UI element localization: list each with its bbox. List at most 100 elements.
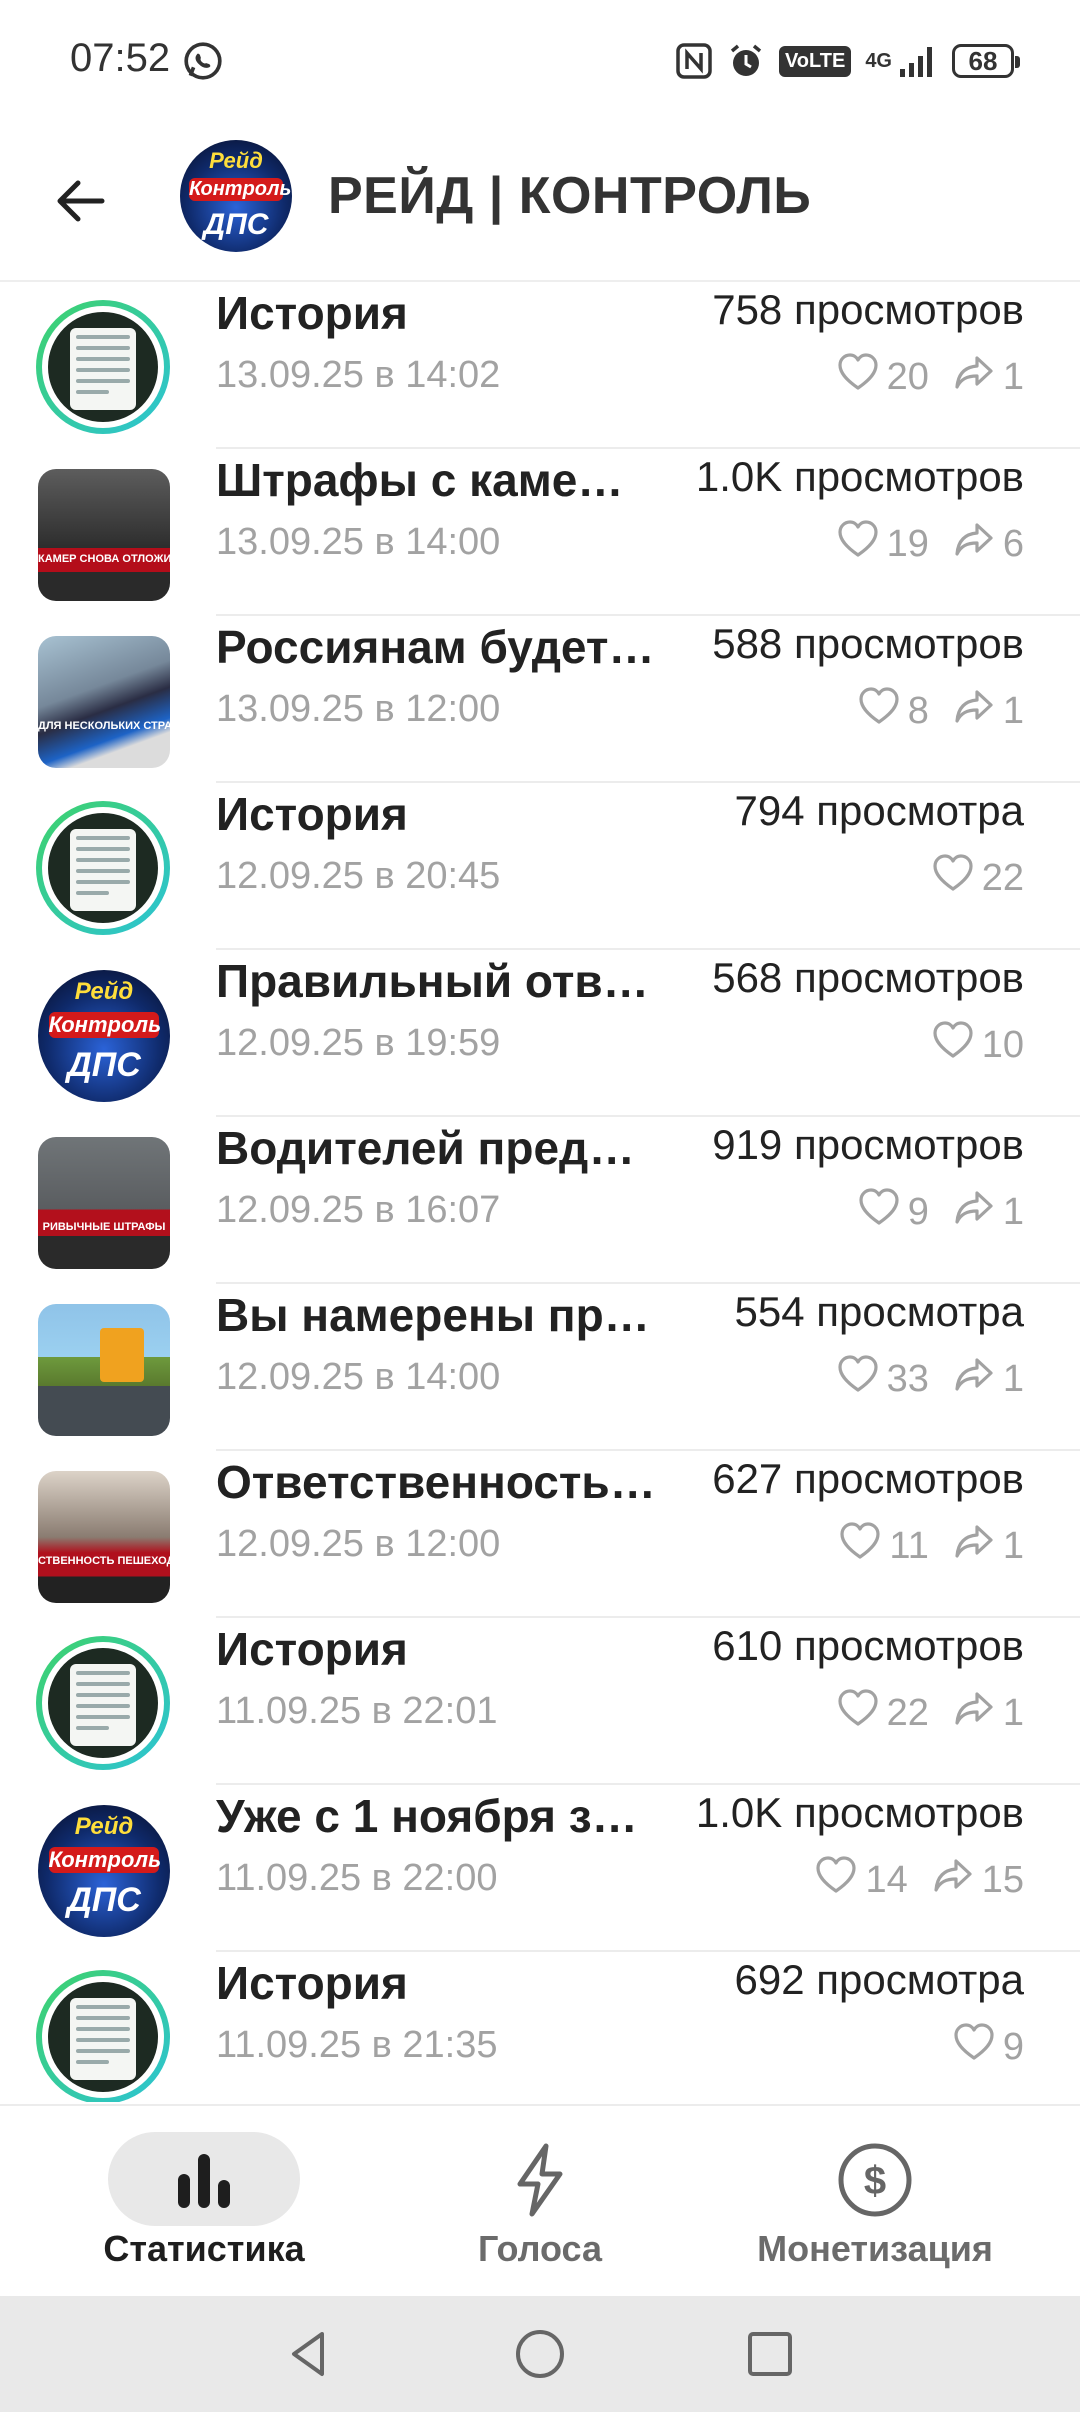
- post-row[interactable]: ДЛЯ НЕСКОЛЬКИХ СТРАН Россиянам будет… 13.0…: [0, 616, 1080, 783]
- svg-text:$: $: [864, 2159, 886, 2203]
- channel-title: РЕЙД | КОНТРОЛЬ: [328, 167, 812, 225]
- back-arrow-icon[interactable]: [50, 170, 112, 232]
- post-row[interactable]: СТВЕННОСТЬ ПЕШЕХОДОВ Ответственность… 12.0…: [0, 1451, 1080, 1618]
- story-thumbnail[interactable]: [36, 300, 170, 434]
- shares-count: 1: [1002, 1190, 1024, 1233]
- post-title: Штрафы с каме…: [216, 454, 624, 506]
- likes: 8: [858, 686, 929, 736]
- status-bar: 07:52 VoLTE 4G 68: [0, 0, 1080, 120]
- post-row[interactable]: КАМЕР СНОВА ОТЛОЖИЛИ Штрафы с каме… 13.09.…: [0, 449, 1080, 616]
- post-row[interactable]: История 11.09.25 в 22:01 610 просмотров 22 1: [0, 1618, 1080, 1785]
- likes: 11: [839, 1521, 929, 1571]
- shares-count: 15: [981, 1858, 1024, 1901]
- post-views: 919 просмотров: [712, 1121, 1024, 1168]
- nfc-icon: [676, 43, 712, 79]
- shares: 1: [953, 352, 1024, 402]
- system-recents-icon[interactable]: [742, 2326, 798, 2382]
- share-icon: [953, 1688, 995, 1738]
- shares: 15: [932, 1855, 1024, 1905]
- heart-icon: [815, 1855, 857, 1905]
- share-icon: [953, 1521, 995, 1571]
- share-icon: [953, 519, 995, 569]
- post-row[interactable]: История 12.09.25 в 20:45 794 просмотра 22: [0, 783, 1080, 950]
- post-row[interactable]: Вы намерены про… 12.09.25 в 14:00 554 прос…: [0, 1284, 1080, 1451]
- story-thumbnail[interactable]: [36, 801, 170, 935]
- volte-icon: VoLTE: [778, 45, 852, 77]
- post-thumbnail[interactable]: КАМЕР СНОВА ОТЛОЖИЛИ: [38, 469, 170, 601]
- share-icon: [953, 1187, 995, 1237]
- nav-label-monetization: Монетизация: [757, 2228, 993, 2269]
- likes-count: 9: [1002, 2025, 1024, 2068]
- post-row[interactable]: История 11.09.25 в 21:35 692 просмотра 9: [0, 1952, 1080, 2102]
- bottom-nav: Статистика Голоса $ Монетизация: [0, 2104, 1080, 2298]
- post-title: История: [216, 287, 408, 339]
- likes-count: 20: [886, 355, 929, 398]
- post-row[interactable]: РИВЫЧНЫЕ ШТРАФЫ Водителей преду… 12.09.25 …: [0, 1117, 1080, 1284]
- system-nav-bar: [0, 2296, 1080, 2412]
- nav-statistics[interactable]: Статистика: [82, 2106, 326, 2298]
- shares-count: 1: [1002, 355, 1024, 398]
- post-row[interactable]: Рейд Контроль ДПС Правильный отв… 12.09.25 в…: [0, 950, 1080, 1117]
- post-title: Вы намерены про…: [216, 1289, 656, 1341]
- lightning-icon: [517, 2143, 563, 2217]
- avatar-text-mid: Контроль: [188, 178, 292, 201]
- post-date: 11.09.25 в 21:35: [216, 2024, 498, 2066]
- nav-votes[interactable]: Голоса: [418, 2106, 662, 2298]
- likes: 33: [837, 1354, 929, 1404]
- share-icon: [953, 686, 995, 736]
- shares-count: 1: [1002, 1524, 1024, 1567]
- post-row[interactable]: Рейд Контроль ДПС Уже с 1 ноября з… 11.09.25…: [0, 1785, 1080, 1952]
- dollar-circle-icon: $: [838, 2143, 912, 2217]
- likes-count: 22: [886, 1691, 929, 1734]
- post-title: История: [216, 1957, 408, 2009]
- bar-chart-icon: [178, 2154, 230, 2208]
- post-reactions: 22: [932, 853, 1024, 903]
- post-thumbnail[interactable]: Рейд Контроль ДПС: [38, 1805, 170, 1937]
- avatar-text-bottom: ДПС: [203, 208, 269, 241]
- battery-level: 68: [968, 45, 998, 76]
- post-views: 568 просмотров: [712, 954, 1024, 1001]
- system-home-icon[interactable]: [512, 2326, 568, 2382]
- story-thumbnail[interactable]: [36, 1970, 170, 2102]
- post-row[interactable]: История 13.09.25 в 14:02 758 просмотров 20 1: [0, 282, 1080, 449]
- heart-icon: [839, 1521, 881, 1571]
- story-thumbnail[interactable]: [36, 1636, 170, 1770]
- post-views: 794 просмотра: [734, 787, 1024, 834]
- post-thumbnail[interactable]: Рейд Контроль ДПС: [38, 970, 170, 1102]
- share-icon: [932, 1855, 974, 1905]
- post-views: 692 просмотра: [734, 1956, 1024, 2003]
- heart-icon: [953, 2022, 995, 2072]
- post-title: Уже с 1 ноября з…: [216, 1790, 638, 1842]
- system-back-icon[interactable]: [282, 2326, 338, 2382]
- avatar-text-top: Рейд: [209, 148, 263, 173]
- post-thumbnail[interactable]: [38, 1304, 170, 1436]
- post-reactions: 91: [858, 1187, 1024, 1237]
- signal-icon: [900, 47, 932, 77]
- posts-list: История 13.09.25 в 14:02 758 просмотров 20 1…: [0, 282, 1080, 2102]
- status-time: 07:52: [70, 36, 171, 80]
- nav-monetization[interactable]: $ Монетизация: [740, 2106, 1010, 2298]
- post-thumbnail[interactable]: РИВЫЧНЫЕ ШТРАФЫ: [38, 1137, 170, 1269]
- post-date: 12.09.25 в 14:00: [216, 1356, 501, 1398]
- post-thumbnail[interactable]: ДЛЯ НЕСКОЛЬКИХ СТРАН: [38, 636, 170, 768]
- post-views: 1.0K просмотров: [695, 1789, 1024, 1836]
- post-date: 12.09.25 в 12:00: [216, 1523, 501, 1565]
- likes: 10: [932, 1020, 1024, 1070]
- post-thumbnail[interactable]: СТВЕННОСТЬ ПЕШЕХОДОВ: [38, 1471, 170, 1603]
- heart-icon: [837, 1354, 879, 1404]
- nav-label-statistics: Статистика: [103, 2228, 305, 2269]
- share-icon: [953, 1354, 995, 1404]
- whatsapp-icon: [184, 42, 222, 80]
- post-title: История: [216, 788, 408, 840]
- post-views: 610 просмотров: [712, 1622, 1024, 1669]
- post-title: Правильный отв…: [216, 955, 649, 1007]
- likes-count: 11: [889, 1524, 929, 1567]
- nav-label-votes: Голоса: [477, 2228, 603, 2269]
- post-title: Россиянам будет…: [216, 621, 655, 673]
- post-date: 11.09.25 в 22:00: [216, 1857, 498, 1899]
- post-reactions: 22 1: [837, 1688, 1024, 1738]
- heart-icon: [837, 1688, 879, 1738]
- channel-avatar[interactable]: Рейд Контроль ДПС: [180, 140, 292, 252]
- app-header: Рейд Контроль ДПС РЕЙД | КОНТРОЛЬ: [0, 120, 1080, 282]
- likes-count: 9: [907, 1190, 929, 1233]
